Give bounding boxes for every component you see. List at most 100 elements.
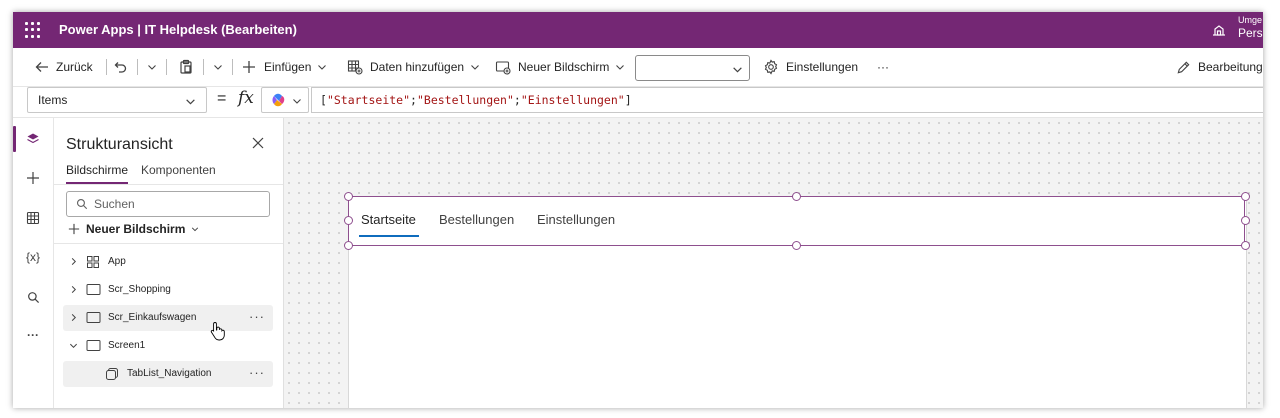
insert-button[interactable]: Einfügen xyxy=(242,48,327,86)
app-title: Power Apps | IT Helpdesk (Bearbeiten) xyxy=(59,22,297,37)
equals-sign: = xyxy=(217,90,227,107)
tablist-icon xyxy=(106,368,118,380)
paste-button[interactable] xyxy=(178,48,194,86)
environment-icon[interactable] xyxy=(1211,22,1227,38)
resize-handle[interactable] xyxy=(1241,192,1250,201)
chevron-right-icon[interactable] xyxy=(69,313,78,322)
tree-view-panel: Strukturansicht Bildschirme Komponenten … xyxy=(54,118,284,408)
chevron-down-icon xyxy=(214,65,222,70)
copilot-button[interactable] xyxy=(261,87,309,113)
new-screen-label: Neuer Bildschirm xyxy=(518,60,610,74)
variables-rail-button[interactable]: {x} xyxy=(13,240,53,274)
undo-button[interactable] xyxy=(113,48,129,86)
formula-bracket-open: [ xyxy=(320,93,327,107)
new-screen-tree-button[interactable]: Neuer Bildschirm xyxy=(68,222,199,236)
more-icon: ··· xyxy=(27,328,39,342)
formula-input[interactable]: ["Startseite";"Bestellungen";"Einstellun… xyxy=(311,87,1263,113)
more-commands-button[interactable]: ··· xyxy=(877,48,889,86)
chevron-down-icon xyxy=(293,99,301,104)
tree-item-label: Screen1 xyxy=(108,340,146,351)
search-icon xyxy=(76,198,88,210)
app-icon xyxy=(87,256,99,268)
tree-item-screen1[interactable]: Screen1 xyxy=(63,333,273,359)
plus-icon xyxy=(68,223,80,235)
copilot-icon xyxy=(272,93,285,107)
tree-item-scr-einkaufswagen[interactable]: Scr_Einkaufswagen ··· xyxy=(63,305,273,331)
tree-item-scr-shopping[interactable]: Scr_Shopping xyxy=(63,277,273,303)
tree-view-rail-button[interactable] xyxy=(13,122,53,156)
edit-status-button[interactable]: Bearbeitung... xyxy=(1176,48,1263,86)
chevron-right-icon[interactable] xyxy=(69,285,78,294)
add-data-button[interactable]: Daten hinzufügen xyxy=(347,48,480,86)
data-rail-button[interactable] xyxy=(13,201,53,235)
new-screen-tree-label: Neuer Bildschirm xyxy=(86,222,186,236)
environment-value: Perso xyxy=(1238,26,1263,40)
resize-handle[interactable] xyxy=(792,241,801,250)
search-icon xyxy=(27,291,39,303)
formula-string-2: "Bestellungen" xyxy=(416,93,514,107)
settings-button[interactable]: Einstellungen xyxy=(763,48,858,86)
chevron-down-icon xyxy=(733,67,742,73)
tab-einstellungen[interactable]: Einstellungen xyxy=(537,212,615,227)
layers-icon xyxy=(27,133,39,144)
back-button[interactable]: Zurück xyxy=(34,48,93,86)
resize-handle[interactable] xyxy=(344,216,353,225)
pencil-icon xyxy=(1177,61,1190,73)
insert-rail-button[interactable] xyxy=(13,161,53,195)
tab-components[interactable]: Komponenten xyxy=(141,163,216,177)
tablist-navigation-control[interactable]: Startseite Bestellungen Einstellungen xyxy=(348,196,1245,246)
resize-handle[interactable] xyxy=(344,192,353,201)
settings-label: Einstellungen xyxy=(786,60,859,74)
tree-item-label: TabList_Navigation xyxy=(127,368,212,379)
environment-picker[interactable]: Umge Perso xyxy=(1238,15,1263,40)
back-arrow-icon xyxy=(35,62,48,72)
panel-title: Strukturansicht xyxy=(66,136,173,153)
resize-handle[interactable] xyxy=(1241,241,1250,250)
more-options-button[interactable]: ··· xyxy=(249,309,265,324)
add-data-label: Daten hinzufügen xyxy=(370,60,465,74)
search-rail-button[interactable] xyxy=(13,280,53,314)
search-placeholder: Suchen xyxy=(94,197,135,211)
chevron-right-icon[interactable] xyxy=(69,257,78,266)
formula-separator: ; xyxy=(513,93,521,107)
new-screen-button[interactable]: Neuer Bildschirm xyxy=(495,48,625,86)
tree-item-label: Scr_Shopping xyxy=(108,284,171,295)
more-options-button[interactable]: ··· xyxy=(249,365,265,380)
search-input[interactable]: Suchen xyxy=(66,191,270,217)
close-icon[interactable] xyxy=(252,136,264,154)
tab-bestellungen[interactable]: Bestellungen xyxy=(439,212,514,227)
design-canvas[interactable]: Startseite Bestellungen Einstellungen xyxy=(284,118,1263,408)
fx-icon[interactable]: fx xyxy=(238,88,254,108)
gear-icon xyxy=(764,59,778,75)
tree-item-tablist-navigation[interactable]: TabList_Navigation ··· xyxy=(63,361,273,387)
plus-icon xyxy=(243,61,255,73)
hand-cursor-icon xyxy=(210,322,225,341)
formula-string-3: "Einstellungen" xyxy=(520,93,625,107)
tree-item-app[interactable]: App xyxy=(63,249,273,275)
clipboard-icon xyxy=(180,59,192,74)
tab-screens[interactable]: Bildschirme xyxy=(66,163,128,177)
chevron-down-icon xyxy=(318,65,327,70)
resize-handle[interactable] xyxy=(792,192,801,201)
formula-bar: Items = fx ["Startseite";"Bestellungen";… xyxy=(13,87,1263,118)
plus-icon xyxy=(27,172,39,184)
paste-dropdown[interactable] xyxy=(213,48,223,86)
tab-startseite[interactable]: Startseite xyxy=(361,212,416,227)
chevron-down-icon[interactable] xyxy=(69,341,78,350)
property-selector[interactable]: Items xyxy=(27,87,207,113)
screen-icon xyxy=(86,340,101,351)
control-picker-dropdown[interactable] xyxy=(635,55,750,81)
more-icon: ··· xyxy=(877,60,889,74)
resize-handle[interactable] xyxy=(1241,216,1250,225)
more-rail-button[interactable]: ··· xyxy=(13,318,53,352)
divider xyxy=(54,184,283,185)
selected-tab-indicator xyxy=(359,235,419,237)
chevron-down-icon xyxy=(471,65,479,70)
formula-bracket-close: ] xyxy=(624,93,632,107)
chevron-down-icon xyxy=(148,65,156,70)
resize-handle[interactable] xyxy=(344,241,353,250)
app-launcher-icon[interactable] xyxy=(25,22,41,38)
undo-dropdown[interactable] xyxy=(147,48,157,86)
table-icon xyxy=(26,211,40,225)
variables-icon: {x} xyxy=(25,250,40,264)
